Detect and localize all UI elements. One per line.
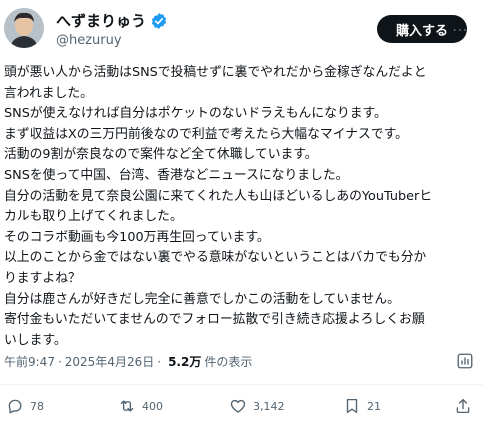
share-button[interactable] xyxy=(454,394,472,418)
more-horizontal-icon[interactable]: ⋯ xyxy=(449,14,471,44)
post-text-line: いします。 xyxy=(4,332,67,348)
avatar-image xyxy=(4,8,44,48)
post-text-line: 自分の活動を見て奈良公園に来てくれた人も山ほどいるしあのYouTuberヒ xyxy=(4,188,433,204)
author-name-row[interactable]: へずまりゅう xyxy=(56,12,168,30)
analytics-icon[interactable] xyxy=(456,352,474,370)
post-text-line: 活動の9割が奈良なので案件など全て休職しています。 xyxy=(4,147,318,163)
author-handle[interactable]: @hezuruy xyxy=(56,33,122,49)
repost-count: 400 xyxy=(142,399,163,413)
post-text-line: 頭が悪い人から活動はSNSで投稿せずに裏でやれだから金稼ぎなんだよと xyxy=(4,65,427,80)
meta-separator: · xyxy=(157,355,162,369)
post-text-line: まず収益はXの三万円前後なので利益で考えたら大幅なマイナスです。 xyxy=(4,126,408,142)
view-count: 5.2万 xyxy=(168,355,202,369)
avatar[interactable] xyxy=(4,8,44,48)
view-count-label: 件の表示 xyxy=(204,355,253,369)
meta-separator: · xyxy=(57,355,62,369)
like-button[interactable]: 3,142 xyxy=(229,394,285,418)
post-text-line: 以上のことから金ではない裏でやる意味がないということはバカでも分か xyxy=(4,250,427,266)
post-text-line: そのコラボ動画も今100万再生回っています。 xyxy=(4,229,270,245)
post-text-line: SNSが使えなければ自分はポケットのないドラえもんになります。 xyxy=(4,106,387,122)
bookmark-icon xyxy=(346,398,358,414)
reply-count: 78 xyxy=(30,399,44,413)
post-time[interactable]: 午前9:47 xyxy=(4,354,55,370)
reply-button[interactable]: 78 xyxy=(6,394,44,418)
verified-badge-icon xyxy=(150,12,168,30)
heart-icon xyxy=(230,399,246,413)
post-text-line: SNSを使って中国、台湾、香港などニュースになりました。 xyxy=(4,167,349,183)
reply-icon xyxy=(8,399,22,414)
author-display-name[interactable]: へずまりゅう xyxy=(56,12,146,30)
action-bar: 78 400 3,142 21 xyxy=(0,394,483,418)
like-count: 3,142 xyxy=(253,399,285,413)
divider xyxy=(0,384,483,385)
repost-icon xyxy=(120,400,134,412)
post-text-line: りますよね？ xyxy=(4,270,81,286)
post-text-line: 自分は鹿さんが好きだし完全に善意でしかこの活動をしていません。 xyxy=(4,291,400,307)
bookmark-count: 21 xyxy=(367,399,381,413)
repost-button[interactable]: 400 xyxy=(118,394,163,418)
post-text-line: カルも取り上げてくれました。 xyxy=(4,209,183,225)
post-text-line: 言われました。 xyxy=(4,85,93,101)
bookmark-button[interactable]: 21 xyxy=(343,394,381,418)
post-date[interactable]: 2025年4月26日 xyxy=(65,354,154,370)
share-icon xyxy=(456,398,470,414)
post-meta: 午前9:47 · 2025年4月26日 · 5.2万 件の表示 xyxy=(4,354,252,370)
post-text: 頭が悪い人から活動はSNSで投稿せずに裏でやれだから金稼ぎなんだよと 言われまし… xyxy=(4,63,474,351)
post-text-line: 寄付金もいただいてませんのでフォロー拡散で引き続き応援よろしくお願 xyxy=(4,312,425,328)
